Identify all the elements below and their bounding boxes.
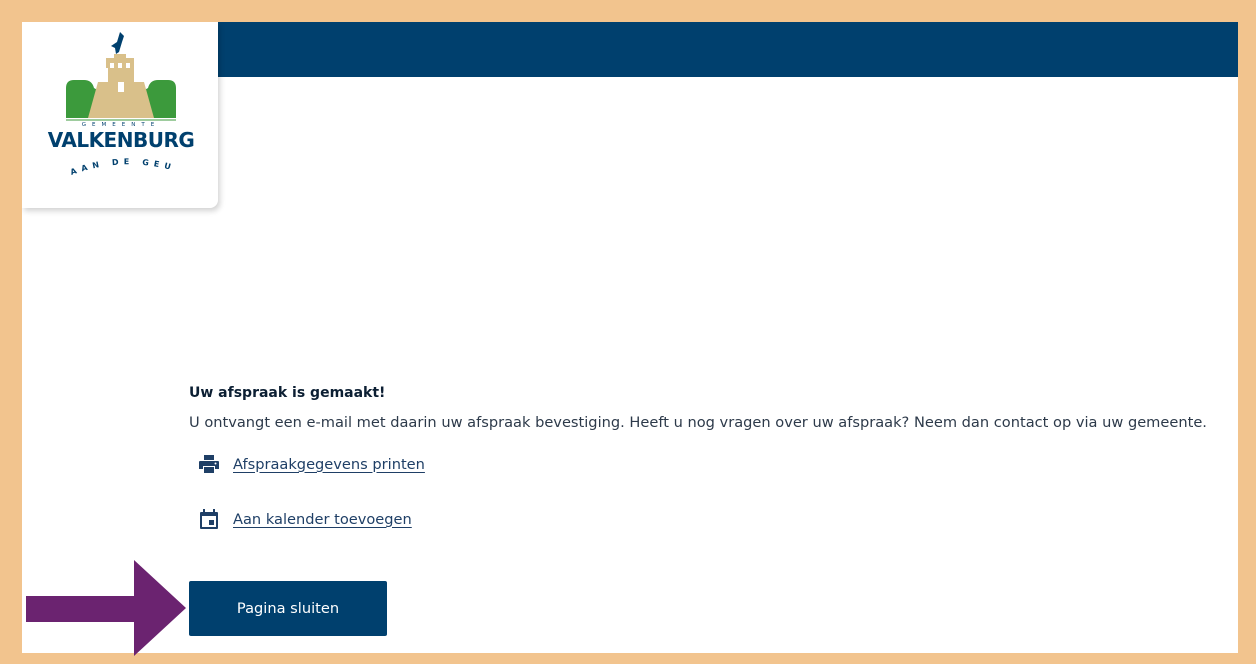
print-link-label[interactable]: Afspraakgegevens printen [233, 456, 425, 473]
logo-name: VALKENBURG [48, 128, 195, 152]
calendar-link-label[interactable]: Aan kalender toevoegen [233, 511, 412, 528]
valkenburg-logo-icon: GEMEENTE VALKENBURG AAN DE GEUL [22, 22, 195, 177]
arrow-right-icon [26, 560, 186, 656]
logo[interactable]: GEMEENTE VALKENBURG AAN DE GEUL [22, 22, 218, 208]
close-page-button[interactable]: Pagina sluiten [189, 581, 387, 636]
tower-body-shape [88, 68, 154, 118]
confirmation-title: Uw afspraak is gemaakt! [189, 385, 386, 401]
tower-window-shape [118, 82, 124, 92]
printer-icon [199, 455, 219, 473]
confirmation-message: U ontvangt een e-mail met daarin uw afsp… [189, 414, 1207, 431]
calendar-icon [200, 509, 218, 529]
confirmation-content: Uw afspraak is gemaakt! U ontvangt een e… [189, 384, 1229, 531]
tower-top-shape [106, 54, 134, 68]
add-to-calendar-link[interactable]: Aan kalender toevoegen [189, 507, 1229, 531]
print-link[interactable]: Afspraakgegevens printen [189, 452, 1229, 476]
bird-icon [111, 32, 124, 54]
page-frame: GEMEENTE VALKENBURG AAN DE GEUL Uw afspr… [22, 22, 1238, 653]
